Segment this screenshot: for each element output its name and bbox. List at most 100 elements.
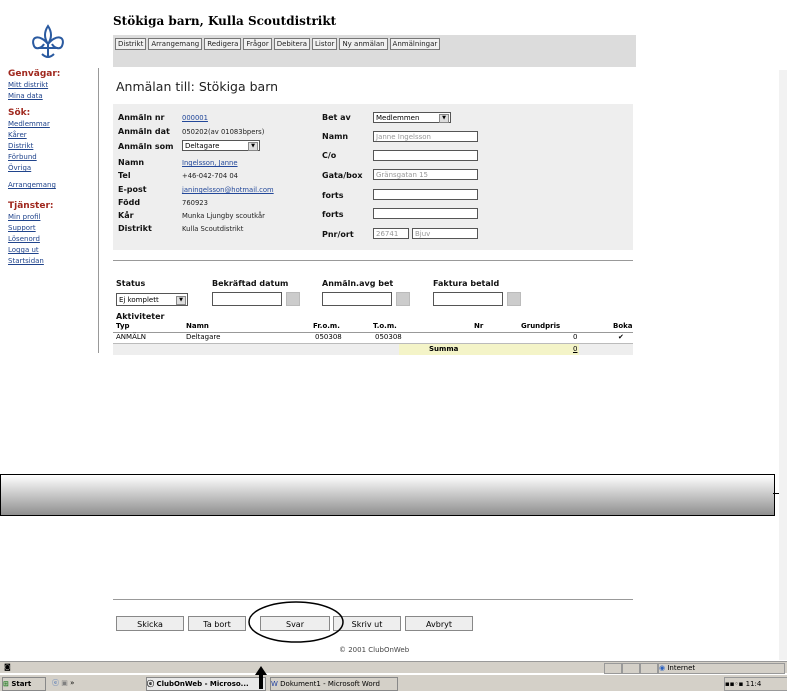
cell-grundpris: 0	[573, 333, 578, 341]
ie-icon[interactable]: ⓔ	[52, 679, 59, 687]
status-value: Ej komplett	[119, 296, 159, 304]
label-namn: Namn	[118, 158, 145, 167]
start-label: Start	[11, 680, 32, 688]
menu-item-redigera[interactable]: Redigera	[204, 38, 242, 50]
value-fodd: 760923	[182, 199, 208, 207]
system-tray: ▪▪◦▪ 11:4	[724, 677, 787, 691]
summa-label: Summa	[429, 345, 459, 353]
table-row: ANMÄLN Deltagare 050308 050308 0 ✔	[113, 333, 633, 344]
ort-input[interactable]: Bjuv	[412, 228, 478, 239]
more-icon[interactable]: »	[70, 679, 74, 687]
avbryt-button[interactable]: Avbryt	[405, 616, 473, 631]
check-icon[interactable]: ✔	[618, 333, 624, 341]
value-kar: Munka Ljungby scoutkår	[182, 212, 265, 220]
highlight-ellipse	[248, 601, 344, 643]
menu-item-distrikt[interactable]: Distrikt	[115, 38, 147, 50]
label-bekraftad-datum: Bekräftad datum	[212, 279, 289, 288]
gata-box-input[interactable]: Gränsgatan 15	[373, 169, 478, 180]
sidebar-divider	[98, 68, 99, 353]
co-input[interactable]	[373, 150, 478, 161]
namn-betalare-input[interactable]: Janne Ingelsson	[373, 131, 478, 142]
value-epost[interactable]: janingelsson@hotmail.com	[182, 186, 274, 194]
pnr-input[interactable]: 26741	[373, 228, 409, 239]
nav-link-arrangemang[interactable]: Arrangemang	[8, 180, 98, 191]
nav-link-mitt-distrikt[interactable]: Mitt distrikt	[8, 80, 98, 91]
label-bet-av: Bet av	[322, 113, 351, 122]
left-nav: Genvägar: Mitt distrikt Mina data Sök: M…	[8, 69, 98, 267]
chevron-down-icon: ▼	[176, 296, 186, 305]
nav-link-ovriga[interactable]: Övriga	[8, 163, 98, 174]
menu-item-anmalningar[interactable]: Anmälningar	[389, 38, 441, 50]
cell-namn: Deltagare	[186, 333, 221, 341]
skicka-button[interactable]: Skicka	[116, 616, 184, 631]
chevron-down-icon: ▼	[248, 142, 258, 151]
menu-item-ny-anmalan[interactable]: Ny anmälan	[339, 38, 388, 50]
anmaln-avg-bet-input[interactable]	[322, 292, 392, 306]
calendar-icon[interactable]	[286, 292, 300, 306]
desktop-icon[interactable]: ▣	[61, 679, 68, 687]
menu-item-debitera[interactable]: Debitera	[273, 38, 311, 50]
col-tom: T.o.m.	[373, 322, 397, 330]
page-heading: Anmälan till: Stökiga barn	[116, 79, 279, 94]
nav-link-losenord[interactable]: Lösenord	[8, 234, 98, 245]
nav-link-medlemmar[interactable]: Medlemmar	[8, 119, 98, 130]
faktura-betald-input[interactable]	[433, 292, 503, 306]
label-anmaln-nr: Anmäln nr	[118, 113, 165, 122]
menu-item-listor[interactable]: Listor	[312, 38, 338, 50]
status-select[interactable]: Ej komplett ▼	[116, 293, 188, 306]
windows-taskbar: ⊞ Start ⓔ ▣ » ⓔ ClubOnWeb - Microso... W…	[0, 674, 787, 691]
scout-lily-logo	[32, 24, 64, 58]
nav-link-support[interactable]: Support	[8, 223, 98, 234]
summa-value: 0	[573, 345, 578, 353]
label-tel: Tel	[118, 171, 131, 180]
bet-av-select[interactable]: Medlemmen ▼	[373, 112, 451, 123]
value-namn[interactable]: Ingelsson, Janne	[182, 159, 238, 167]
value-anmaln-nr[interactable]: 000001	[182, 114, 208, 122]
nav-link-distrikt[interactable]: Distrikt	[8, 141, 98, 152]
ta-bort-button[interactable]: Ta bort	[188, 616, 246, 631]
anmaln-som-select[interactable]: Deltagare ▼	[182, 140, 260, 151]
calendar-icon[interactable]	[396, 292, 410, 306]
menu-item-fragor[interactable]: Frågor	[243, 38, 272, 50]
col-boka: Boka	[613, 322, 633, 330]
col-namn: Namn	[186, 322, 209, 330]
forts-2-input[interactable]	[373, 208, 478, 219]
globe-icon: ◉	[659, 664, 666, 672]
taskbar-item-clubonweb-label: ClubOnWeb - Microso...	[156, 680, 249, 688]
label-pnr-ort: Pnr/ort	[322, 230, 354, 239]
nav-link-mina-data[interactable]: Mina data	[8, 91, 98, 102]
label-gata-box: Gata/box	[322, 171, 363, 180]
activities-table: Typ Namn Fr.o.m. T.o.m. Nr Grundpris Bok…	[113, 322, 633, 355]
section-divider	[113, 260, 633, 261]
word-icon: W	[271, 680, 278, 688]
footer-divider	[113, 599, 633, 600]
nav-link-forbund[interactable]: Förbund	[8, 152, 98, 163]
cell-from: 050308	[315, 333, 342, 341]
nav-link-startsidan[interactable]: Startsidan	[8, 256, 98, 267]
menu-bar: Distrikt Arrangemang Redigera Frågor Deb…	[113, 35, 636, 67]
scrollbar[interactable]	[779, 70, 787, 660]
forts-1-input[interactable]	[373, 189, 478, 200]
taskbar-item-clubonweb[interactable]: ⓔ ClubOnWeb - Microso...	[146, 677, 266, 691]
value-distrikt: Kulla Scoutdistrikt	[182, 225, 244, 233]
clock: 11:4	[745, 680, 762, 688]
bekraftad-datum-input[interactable]	[212, 292, 282, 306]
nav-link-logga-ut[interactable]: Logga ut	[8, 245, 98, 256]
quick-launch: ⓔ ▣ »	[52, 677, 142, 689]
taskbar-item-word-label: Dokument1 - Microsoft Word	[280, 680, 380, 688]
value-anmaln-dat: 050202(av 01083bpers)	[182, 128, 265, 136]
label-forts-1: forts	[322, 191, 344, 200]
tray-icons: ▪▪◦▪	[725, 680, 744, 688]
nav-link-karer[interactable]: Kårer	[8, 130, 98, 141]
menu-item-arrangemang[interactable]: Arrangemang	[148, 38, 203, 50]
col-from: Fr.o.m.	[313, 322, 340, 330]
taskbar-item-word[interactable]: W Dokument1 - Microsoft Word	[270, 677, 398, 691]
label-forts-2: forts	[322, 210, 344, 219]
col-typ: Typ	[116, 322, 130, 330]
label-status: Status	[116, 279, 146, 288]
summa-value-cell	[481, 344, 579, 355]
nav-link-min-profil[interactable]: Min profil	[8, 212, 98, 223]
calendar-icon[interactable]	[507, 292, 521, 306]
start-button[interactable]: ⊞ Start	[2, 677, 46, 691]
ie-window-icon: ⓔ	[147, 680, 154, 688]
